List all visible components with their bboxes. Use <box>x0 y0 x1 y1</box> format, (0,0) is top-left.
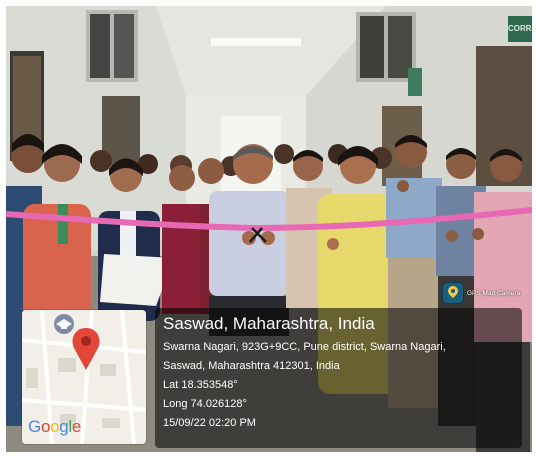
gps-camera-label: GPS Map Camera <box>467 289 521 297</box>
datetime: 15/09/22 02:20 PM <box>163 417 256 429</box>
latitude: Lat 18.353548° <box>163 379 238 391</box>
gps-info-panel: Saswad, Maharashtra, India Swarna Nagari… <box>155 308 522 448</box>
gps-map-camera-icon <box>443 283 463 303</box>
left-window-pane <box>90 14 110 78</box>
location-map[interactable]: Google <box>22 310 146 444</box>
ceiling-light <box>211 38 301 46</box>
wall-sign <box>408 68 422 96</box>
address-line-1: Swarna Nagari, 923G+9CC, Pune district, … <box>163 341 446 353</box>
gps-camera-badge: GPS Map Camera <box>443 283 520 303</box>
address-line-2: Saswad, Maharashtra 412301, India <box>163 360 340 372</box>
google-logo: Google <box>28 417 82 436</box>
photo-frame: CORRIDOR GPS Map Camera <box>0 0 536 458</box>
left-window-pane <box>114 14 134 78</box>
right-window-pane <box>360 16 384 78</box>
place-name: Saswad, Maharashtra, India <box>163 314 375 333</box>
graduation-cap-icon <box>54 314 74 334</box>
corridor-sign: CORRIDOR <box>508 16 532 42</box>
longitude: Long 74.026128° <box>163 398 247 410</box>
